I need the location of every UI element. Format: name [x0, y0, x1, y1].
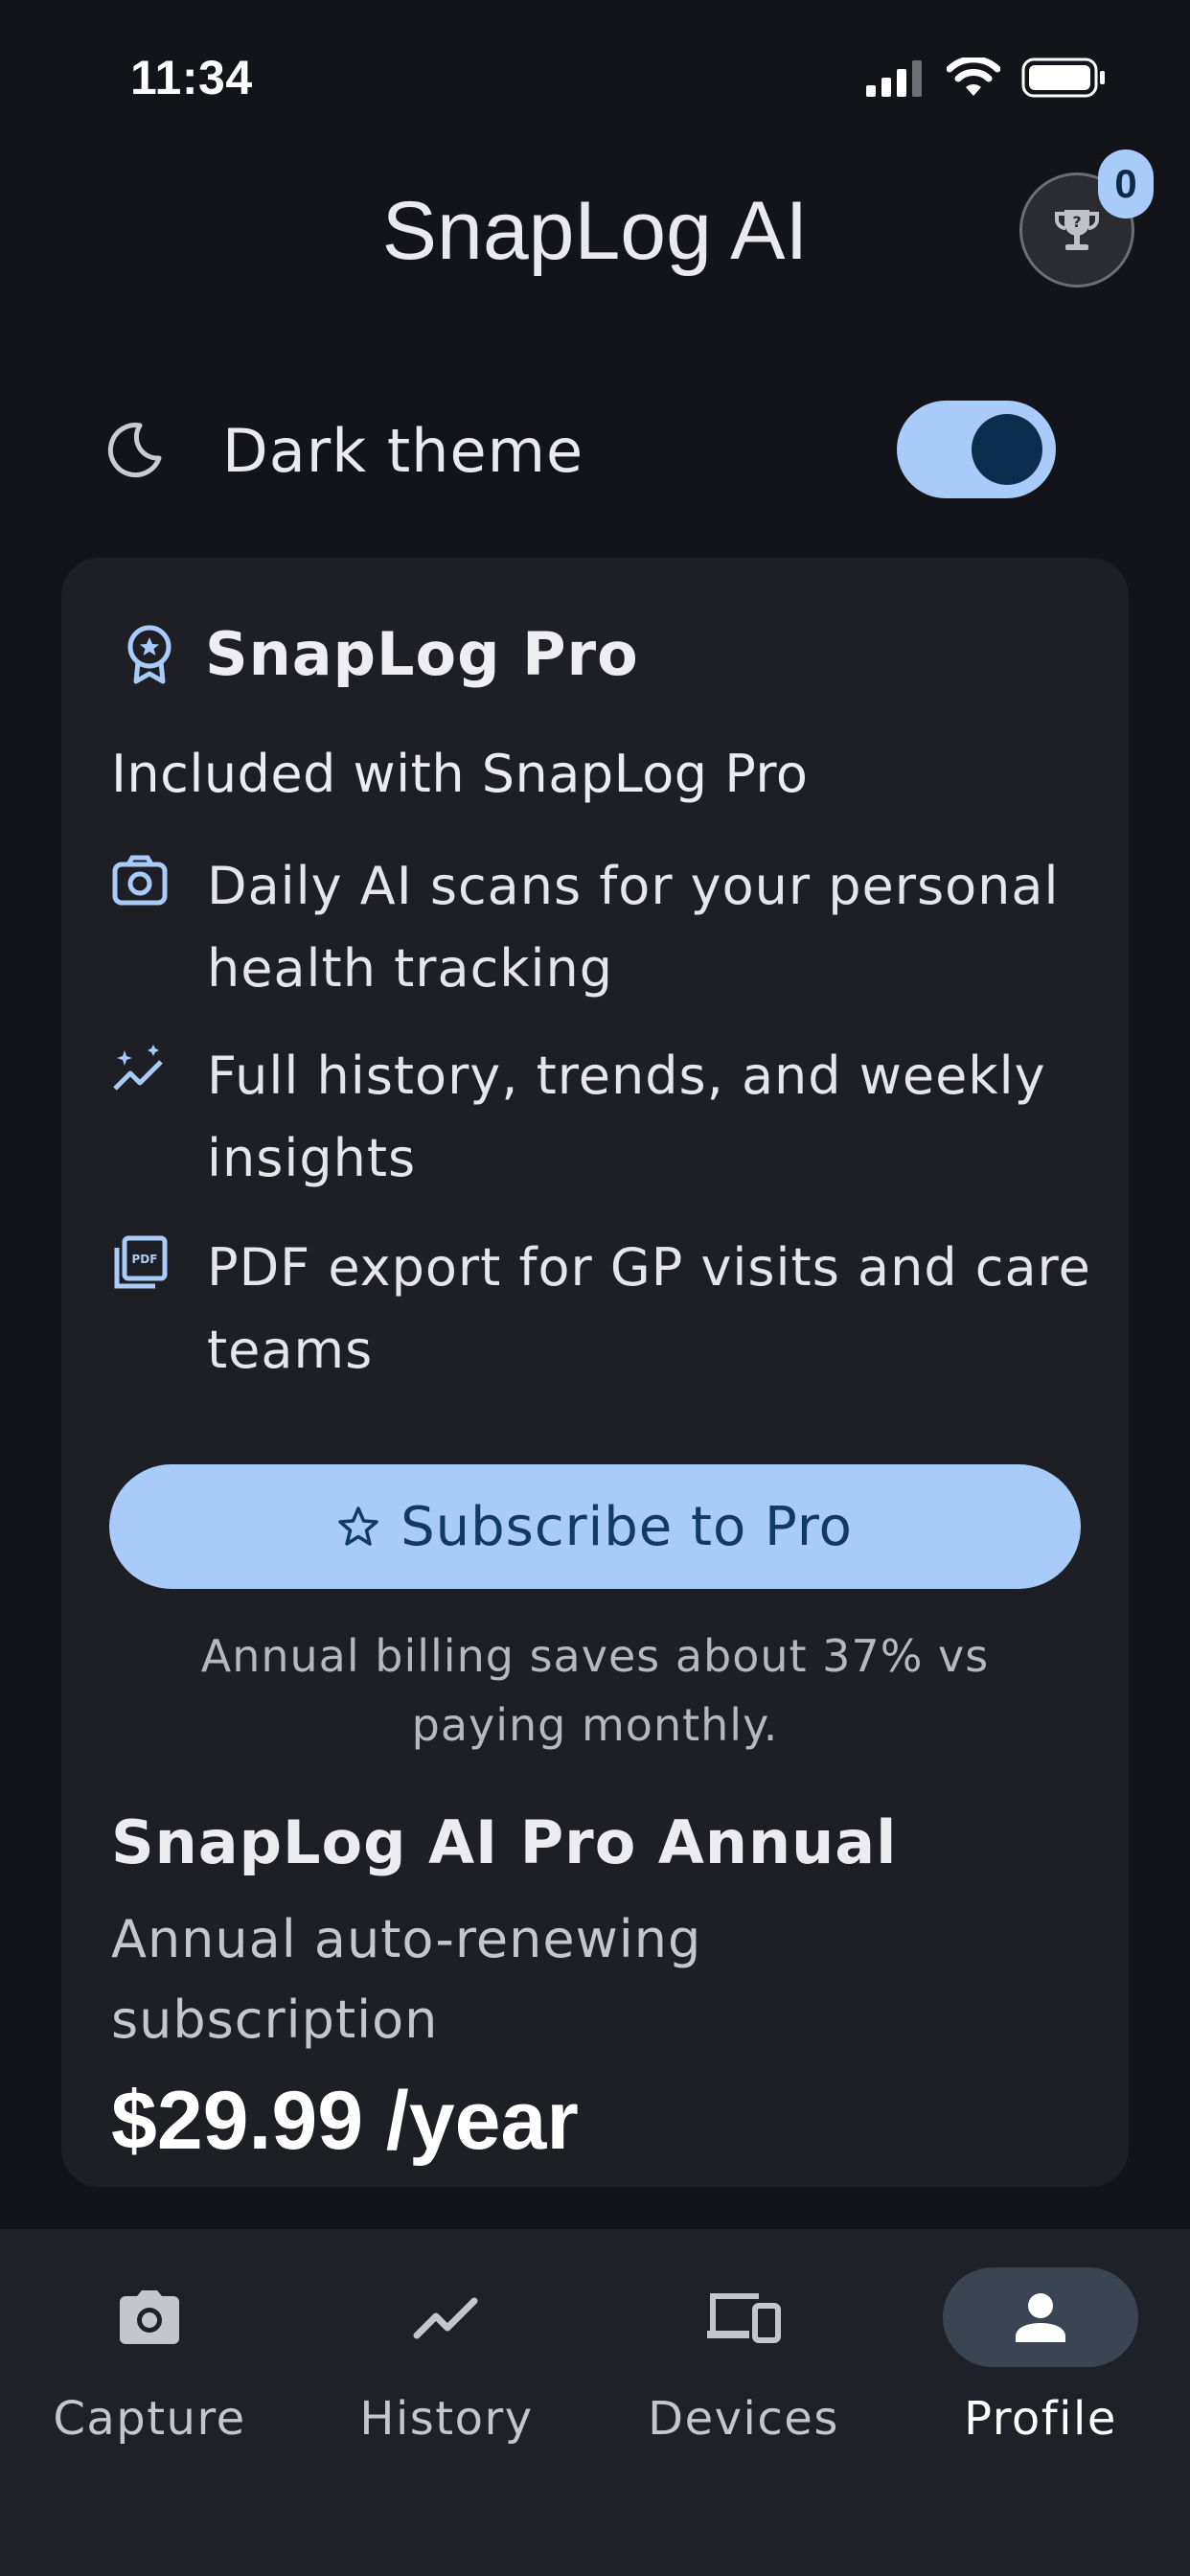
feature-text: Daily AI scans for your personal health … [207, 856, 1060, 999]
screen: 11:34 SnapLog AI ? 0 Dark theme SnapLog … [0, 0, 1190, 2576]
nav-label: History [359, 2392, 534, 2446]
battery-icon [1021, 58, 1105, 98]
person-icon [1016, 2293, 1065, 2342]
included-title: Included with SnapLog Pro [111, 744, 809, 804]
trophy-icon: ? [1055, 210, 1099, 250]
nav-item-devices[interactable]: Devices [619, 2267, 868, 2459]
wifi-icon [947, 58, 1000, 96]
star-icon [338, 1506, 378, 1546]
feature-item: Daily AI scans for your personal health … [111, 845, 1098, 1018]
plan-description: Annual auto-renewing subscription [111, 1909, 702, 2050]
nav-icon-container [646, 2267, 841, 2367]
badge-star-icon [127, 625, 172, 683]
trend-icon [413, 2297, 478, 2339]
moon-icon [107, 423, 162, 478]
plan-price: $29.99 /year [111, 2075, 579, 2167]
dark-theme-toggle[interactable] [897, 401, 1056, 498]
nav-item-capture[interactable]: Capture [25, 2267, 274, 2459]
pro-card: SnapLog Pro Included with SnapLog Pro Da… [61, 558, 1129, 2187]
nav-icon-container [52, 2267, 247, 2367]
devices-icon [707, 2293, 781, 2343]
camera-icon [120, 2290, 179, 2344]
bottom-nav: Capture History Devices Profile [0, 2229, 1190, 2576]
status-bar: 11:34 [0, 0, 1190, 153]
signal-icon [866, 60, 922, 97]
nav-item-profile[interactable]: Profile [916, 2267, 1165, 2459]
feature-item: PDF PDF export for GP visits and care te… [111, 1227, 1098, 1399]
feature-text: Full history, trends, and weekly insight… [207, 1046, 1046, 1188]
svg-text:PDF: PDF [132, 1253, 158, 1266]
nav-icon-container [943, 2267, 1138, 2367]
billing-note: Annual billing saves about 37% vs paying… [200, 1630, 990, 1751]
nav-icon-container [349, 2267, 544, 2367]
pro-card-header: SnapLog Pro [125, 619, 639, 689]
trend-sparkle-icon [113, 1045, 163, 1091]
trophy-count-badge: 0 [1098, 150, 1154, 218]
status-icons [866, 58, 1108, 98]
camera-icon [112, 855, 168, 906]
nav-label: Capture [53, 2392, 246, 2446]
subscribe-button-label: Subscribe to Pro [400, 1495, 853, 1558]
nav-label: Profile [964, 2392, 1117, 2446]
nav-label: Devices [648, 2392, 839, 2446]
status-time: 11:34 [130, 51, 253, 104]
app-title: SnapLog AI [381, 185, 809, 277]
svg-text:?: ? [1072, 213, 1081, 231]
dark-theme-label: Dark theme [222, 416, 584, 486]
plan-name: SnapLog AI Pro Annual [111, 1807, 898, 1877]
feature-text: PDF export for GP visits and care teams [207, 1237, 1091, 1380]
nav-item-history[interactable]: History [322, 2267, 571, 2459]
feature-item: Full history, trends, and weekly insight… [111, 1035, 1098, 1208]
pro-card-title: SnapLog Pro [205, 619, 639, 689]
pdf-icon: PDF [114, 1235, 168, 1289]
subscribe-button[interactable]: Subscribe to Pro [109, 1464, 1081, 1589]
toggle-knob [972, 414, 1042, 485]
